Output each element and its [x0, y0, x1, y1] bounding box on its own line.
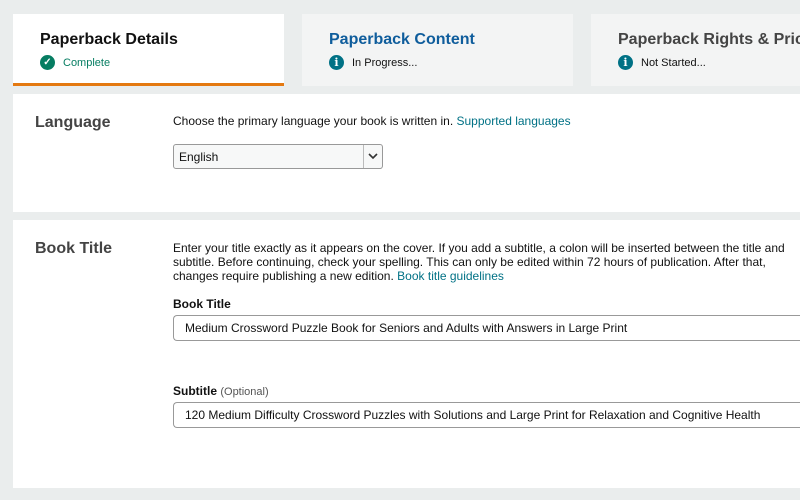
status-text: Complete	[63, 56, 111, 69]
book-title-section: Book Title Enter your title exactly as i…	[13, 220, 800, 488]
tab-status: ✓ Complete	[40, 55, 284, 70]
info-icon: i	[329, 55, 344, 70]
tab-paperback-rights-pricing[interactable]: Paperback Rights & Pricing i Not Started…	[591, 14, 800, 86]
chevron-down-icon	[363, 145, 382, 168]
subtitle-label-text: Subtitle	[173, 384, 217, 398]
optional-label: (Optional)	[220, 386, 269, 398]
check-circle-icon: ✓	[40, 55, 55, 70]
subtitle-input[interactable]: 120 Medium Difficulty Crossword Puzzles …	[173, 402, 800, 428]
book-title-input[interactable]: Medium Crossword Puzzle Book for Seniors…	[173, 315, 800, 341]
description-text: Choose the primary language your book is…	[173, 114, 454, 128]
tab-title: Paperback Rights & Pricing	[618, 31, 800, 48]
section-heading: Language	[35, 114, 111, 131]
status-text: Not Started...	[641, 56, 706, 69]
section-description: Enter your title exactly as it appears o…	[173, 241, 800, 283]
section-heading: Book Title	[35, 240, 113, 257]
supported-languages-link[interactable]: Supported languages	[457, 114, 571, 128]
language-section: Language Choose the primary language you…	[13, 94, 800, 212]
language-select[interactable]: English	[173, 144, 383, 169]
selected-language: English	[179, 149, 219, 164]
tab-paperback-content[interactable]: Paperback Content i In Progress...	[302, 14, 573, 86]
info-icon: i	[618, 55, 633, 70]
subtitle-label: Subtitle (Optional)	[173, 384, 269, 398]
tab-status: i In Progress...	[329, 55, 573, 70]
tab-title: Paperback Details	[40, 31, 178, 48]
tab-paperback-details[interactable]: Paperback Details ✓ Complete	[13, 14, 284, 86]
status-text: In Progress...	[352, 56, 418, 69]
section-description: Choose the primary language your book is…	[173, 114, 571, 128]
tab-title: Paperback Content	[329, 31, 475, 48]
book-title-guidelines-link[interactable]: Book title guidelines	[397, 269, 504, 283]
book-title-label: Book Title	[173, 297, 231, 311]
tab-status: i Not Started...	[618, 55, 800, 70]
